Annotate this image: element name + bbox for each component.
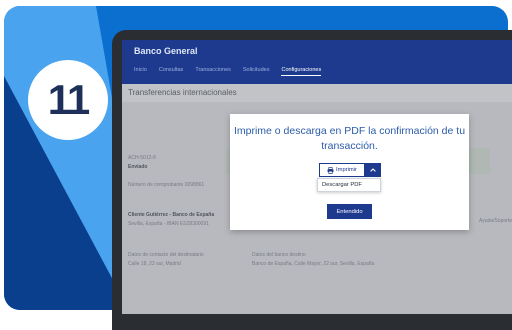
confirm-label: Entendido <box>336 208 363 215</box>
app-header: Banco General Inicio Consultas Transacci… <box>122 40 512 84</box>
dialog-message: Imprime o descarga en PDF la confirmació… <box>233 125 466 152</box>
nav-item-solicitudes[interactable]: Solicitudes <box>243 67 270 76</box>
bank-brand: Banco General <box>134 46 198 56</box>
chevron-up-icon <box>370 168 376 172</box>
step-number-badge: 11 <box>28 60 108 140</box>
nav-item-consultas[interactable]: Consultas <box>159 67 183 76</box>
print-label: Imprimir <box>336 167 357 173</box>
menu-item-download-pdf[interactable]: Descargar PDF <box>322 182 362 188</box>
printer-icon <box>327 166 334 174</box>
print-confirmation-dialog: Imprime o descarga en PDF la confirmació… <box>230 114 469 230</box>
confirm-button[interactable]: Entendido <box>327 204 372 219</box>
nav-item-configuraciones[interactable]: Configuraciones <box>281 67 322 76</box>
main-nav: Inicio Consultas Transacciones Solicitud… <box>134 67 322 76</box>
nav-item-transacciones[interactable]: Transacciones <box>195 67 231 76</box>
print-options-toggle[interactable] <box>365 163 381 177</box>
nav-item-inicio[interactable]: Inicio <box>134 67 147 76</box>
step-number: 11 <box>47 76 90 123</box>
print-options-menu: Descargar PDF <box>317 178 381 192</box>
print-button[interactable]: Imprimir <box>319 163 365 177</box>
